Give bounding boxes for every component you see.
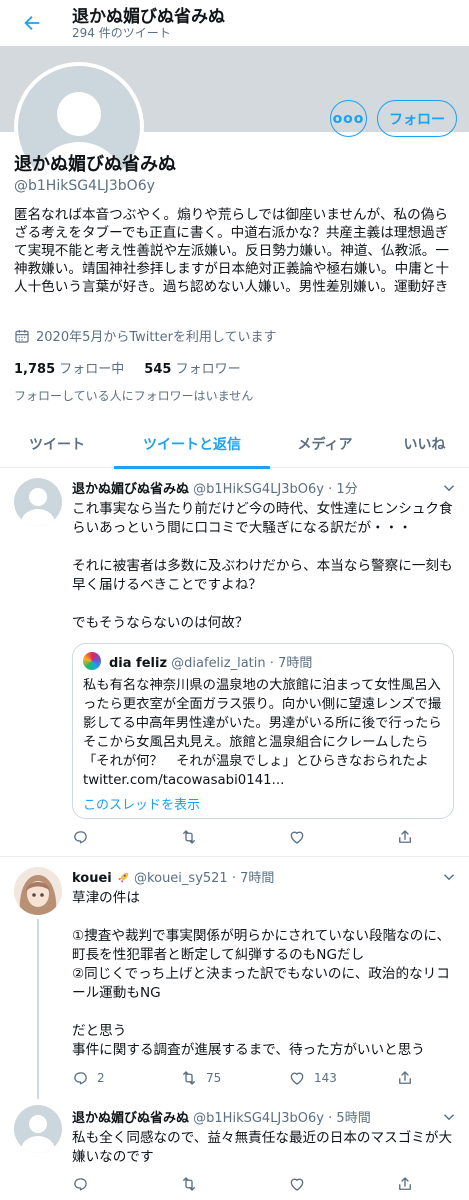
chevron-down-icon[interactable]: [440, 868, 458, 886]
tweet-text: 草津の件は ①捜査や裁判で事実関係が明らかにされていない段階なのに、町長を性犯罪…: [72, 890, 451, 1058]
default-avatar-icon: [21, 488, 55, 526]
tab-tweets[interactable]: ツイート: [0, 420, 114, 468]
arrow-left-icon: [24, 15, 40, 31]
rocket-emoji-icon: [118, 872, 129, 883]
retweet-button[interactable]: [180, 828, 288, 846]
following-link[interactable]: 1,785 フォロー中: [14, 358, 124, 377]
profile-bio: 匿名なれば本音つぶやく。煽りや荒らしでは御座いませんが、私の偽らざる考えをタブー…: [14, 207, 449, 295]
tab-likes[interactable]: いいね: [380, 420, 469, 468]
tweet-time[interactable]: 5時間: [336, 1111, 370, 1126]
following-label: フォロー中: [59, 362, 125, 377]
tweet-author-handle[interactable]: @b1HikSG4LJ3bO6y: [193, 1111, 324, 1126]
retweet-count: 75: [206, 1071, 222, 1085]
reply-icon: [74, 830, 87, 843]
more-options-button[interactable]: ooo: [330, 100, 367, 137]
meta-dot: ·: [231, 871, 236, 886]
like-button[interactable]: [288, 828, 396, 846]
reply-button[interactable]: 2: [72, 1070, 180, 1087]
tweet-author-name[interactable]: 退かぬ媚びぬ省みぬ: [72, 1111, 189, 1126]
tweet-meta: 退かぬ媚びぬ省みぬ @b1HikSG4LJ3bO6y · 5時間: [72, 1107, 371, 1126]
chevron-down-icon[interactable]: [440, 479, 458, 497]
show-thread-link[interactable]: このスレッドを表示: [83, 794, 200, 813]
tweet-avatar[interactable]: [14, 867, 62, 915]
joined-date: 2020年5月からTwitterを利用しています: [14, 326, 277, 345]
default-avatar-icon: [21, 1115, 55, 1153]
share-button[interactable]: [396, 1175, 436, 1193]
profile-handle: @b1HikSG4LJ3bO6y: [14, 178, 155, 194]
profile-tabs: ツイート ツイートと返信 メディア いいね: [0, 420, 469, 469]
tweet[interactable]: 退かぬ媚びぬ省みぬ @b1HikSG4LJ3bO6y · 1分 これ事実なら当た…: [0, 468, 469, 856]
tweet-time[interactable]: 1分: [336, 482, 357, 497]
tweet-count: 294 件のツイート: [72, 26, 171, 40]
tweet-author-handle[interactable]: @kouei_sy521: [134, 871, 228, 886]
meta-dot: ·: [328, 1111, 333, 1126]
meta-dot: ·: [328, 482, 333, 497]
share-icon: [399, 1177, 411, 1190]
tweet[interactable]: 退かぬ媚びぬ省みぬ @b1HikSG4LJ3bO6y · 5時間 私も全く同感な…: [0, 1099, 469, 1200]
retweet-icon: [183, 1071, 195, 1085]
like-count: 143: [314, 1071, 337, 1085]
tweet-text: これ事実なら当たり前だけど今の時代、女性達にヒンシュク食らいあっという間に口コミ…: [72, 501, 453, 631]
tweet-author-name[interactable]: kouei: [72, 871, 112, 886]
reply-icon: [74, 1071, 87, 1084]
reply-count: 2: [97, 1071, 105, 1085]
like-button[interactable]: 143: [288, 1069, 396, 1087]
follow-button[interactable]: フォロー: [377, 100, 457, 137]
tab-media[interactable]: メディア: [270, 420, 380, 468]
follow-stats: 1,785 フォロー中 545 フォロワー: [14, 358, 241, 377]
meta-dot: ·: [269, 656, 274, 671]
tweet-text: 私も全く同感なので、益々無責任な最近の日本のマスゴミが大嫌いなのです: [72, 1130, 453, 1165]
tweet-author-handle[interactable]: @b1HikSG4LJ3bO6y: [193, 482, 324, 497]
tweet-avatar[interactable]: [14, 1105, 62, 1153]
reply-button[interactable]: [72, 829, 180, 846]
followers-label: フォロワー: [175, 362, 241, 377]
quoted-text: 私も有名な神奈川県の温泉地の大旅館に泊まって女性風呂入ったら更衣室が全面ガラス張…: [83, 678, 442, 788]
no-mutual-followers: フォローしている人にフォロワーはいません: [14, 389, 254, 403]
top-bar: 退かぬ媚びぬ省みぬ 294 件のツイート: [0, 0, 469, 46]
heart-icon: [290, 831, 304, 844]
quoted-time: 7時間: [278, 656, 313, 671]
retweet-button[interactable]: 75: [180, 1069, 288, 1087]
tweet[interactable]: kouei @kouei_sy521 · 7時間 草津の件は ①捜査や裁判で事実…: [0, 857, 469, 1099]
share-icon: [399, 830, 411, 843]
tweet-avatar[interactable]: [14, 478, 62, 526]
followers-link[interactable]: 545 フォロワー: [144, 358, 240, 377]
back-button[interactable]: [14, 5, 50, 41]
tweet-actions: [72, 828, 436, 846]
heart-icon: [290, 1072, 304, 1085]
thread-connector: [37, 919, 39, 1099]
like-button[interactable]: [288, 1175, 396, 1193]
quoted-author-handle: @diafeliz_latin: [171, 656, 266, 671]
tab-tweets-and-replies[interactable]: ツイートと返信: [114, 420, 270, 469]
retweet-icon: [183, 830, 195, 844]
joined-text: 2020年5月からTwitterを利用しています: [36, 330, 277, 345]
share-button[interactable]: [396, 1069, 436, 1087]
profile-name: 退かぬ媚びぬ省みぬ: [14, 154, 176, 175]
quoted-avatar: [83, 652, 101, 670]
share-icon: [399, 1071, 411, 1084]
chevron-down-icon[interactable]: [440, 1108, 458, 1126]
tweet-actions: [72, 1175, 436, 1193]
followers-count: 545: [144, 362, 172, 377]
tweet-actions: 2 75 143: [72, 1069, 436, 1087]
retweet-icon: [183, 1177, 195, 1191]
following-count: 1,785: [14, 362, 56, 377]
tweet-author-name[interactable]: 退かぬ媚びぬ省みぬ: [72, 482, 189, 497]
tweet-meta: kouei @kouei_sy521 · 7時間: [72, 867, 274, 886]
tweet-time[interactable]: 7時間: [240, 871, 274, 886]
quoted-meta: dia feliz @diafeliz_latin · 7時間: [109, 652, 312, 671]
heart-icon: [290, 1178, 304, 1191]
reply-button[interactable]: [72, 1176, 180, 1193]
retweet-button[interactable]: [180, 1175, 288, 1193]
calendar-icon: [15, 329, 29, 343]
tweet-meta: 退かぬ媚びぬ省みぬ @b1HikSG4LJ3bO6y · 1分: [72, 478, 358, 497]
quoted-author-name: dia feliz: [109, 656, 168, 671]
share-button[interactable]: [396, 828, 436, 846]
reply-icon: [74, 1177, 87, 1190]
anime-avatar-icon: [14, 867, 62, 915]
quoted-tweet[interactable]: dia feliz @diafeliz_latin · 7時間 私も有名な神奈川…: [72, 643, 454, 819]
